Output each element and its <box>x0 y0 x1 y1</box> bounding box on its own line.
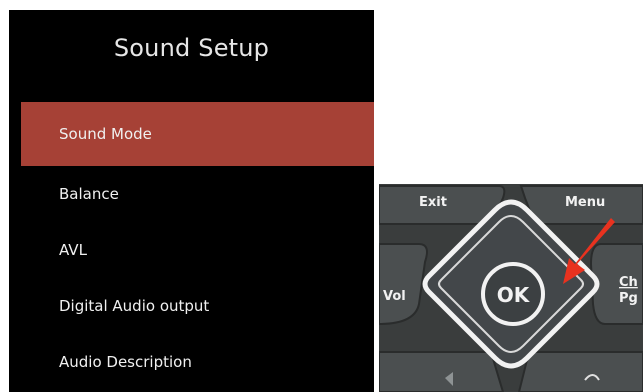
mute-button[interactable] <box>379 351 505 392</box>
menu-list: Sound Mode Balance AVL Digital Audio out… <box>21 102 374 390</box>
menu-item-sound-mode[interactable]: Sound Mode <box>21 102 374 166</box>
menu-item-label: Sound Mode <box>59 125 152 143</box>
menu-item-label: AVL <box>59 241 87 259</box>
remote-control-photo: Exit Menu Vol OK Ch Pg <box>379 184 643 392</box>
menu-item-audio-description[interactable]: Audio Description <box>21 334 374 390</box>
menu-item-label: Digital Audio output <box>59 297 210 315</box>
menu-item-label: Audio Description <box>59 353 192 371</box>
exit-label: Exit <box>419 195 447 210</box>
pg-label: Pg <box>619 291 638 306</box>
menu-item-balance[interactable]: Balance <box>21 166 374 222</box>
menu-label: Menu <box>565 195 605 210</box>
menu-title: Sound Setup <box>113 34 270 62</box>
vol-label: Vol <box>383 289 406 304</box>
menu-item-avl[interactable]: AVL <box>21 222 374 278</box>
menu-item-label: Balance <box>59 185 119 203</box>
ch-label: Ch <box>619 275 638 290</box>
menu-item-digital-audio-output[interactable]: Digital Audio output <box>21 278 374 334</box>
tv-menu-panel: Sound Setup Sound Mode Balance AVL Digit… <box>9 10 374 392</box>
ok-label: OK <box>497 283 531 307</box>
back-button[interactable] <box>517 351 643 392</box>
remote-control-illustration: Exit Menu Vol OK Ch Pg <box>379 184 643 392</box>
